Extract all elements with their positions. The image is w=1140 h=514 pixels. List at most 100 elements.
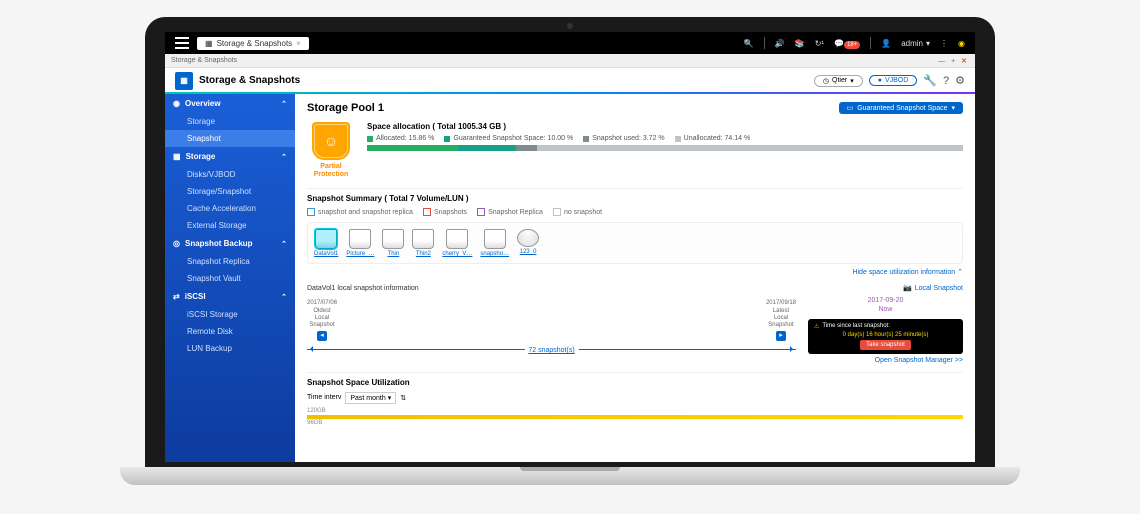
disk-icon: ▭ (847, 104, 854, 112)
settings-icon[interactable]: ⚙ (955, 74, 965, 87)
protection-shield-icon: ☺ (312, 122, 350, 160)
minimize-button[interactable]: — (936, 58, 947, 65)
guaranteed-space-button[interactable]: ▭ Guaranteed Snapshot Space ▾ (839, 102, 963, 114)
backup-icon[interactable]: 📚 (795, 39, 805, 48)
toggle-utilization-link[interactable]: Hide space utilization information ⌃ (307, 268, 963, 276)
main-menu-button[interactable] (175, 36, 189, 50)
oldest-date: 2017/07/06 (307, 300, 337, 307)
user-icon[interactable]: 👤 (881, 39, 891, 48)
now-label: Now (808, 305, 963, 314)
chevron-down-icon: ▾ (951, 104, 955, 112)
tab-close-icon[interactable]: × (296, 39, 301, 48)
filter-checkbox[interactable]: Snapshot Replica (477, 208, 543, 216)
app-tab[interactable]: ▦ Storage & Snapshots × (197, 37, 309, 50)
notification-icon[interactable]: 💬18+ (834, 39, 860, 48)
chevron-up-icon: ⌃ (281, 293, 287, 301)
volume-item[interactable]: Picture_… (346, 229, 374, 257)
local-snapshot-badge: 📷Local Snapshot (903, 284, 963, 292)
protection-label: Partial Protection (307, 163, 355, 178)
utilization-title: Snapshot Space Utilization (307, 372, 963, 387)
tab-label: Storage & Snapshots (217, 39, 293, 48)
tab-icon: ▦ (205, 39, 213, 48)
filter-checkbox[interactable]: no snapshot (553, 208, 602, 216)
camera-icon: 📷 (903, 284, 912, 292)
volume-item[interactable]: Thin2 (412, 229, 434, 257)
nav-item-storage-snapshot[interactable]: Storage/Snapshot (165, 183, 295, 200)
more-icon[interactable]: ⋮ (940, 39, 948, 48)
iscsi-icon: ⇄ (173, 292, 180, 301)
allocation-bar (367, 145, 963, 151)
sync-icon[interactable]: ↻¹ (815, 39, 824, 48)
nav-item-snapshot[interactable]: Snapshot (165, 130, 295, 147)
latest-marker: ▸ (776, 331, 786, 341)
vjbod-button[interactable]: ●VJBOD (869, 75, 918, 86)
storage-icon: ▦ (173, 152, 181, 161)
volume-icon (484, 229, 506, 249)
volume-icon[interactable]: 🔊 (775, 39, 785, 48)
filter-checkbox[interactable]: snapshot and snapshot replica (307, 208, 413, 216)
nav-header-iscsi[interactable]: ⇄iSCSI ⌃ (165, 287, 295, 306)
close-button[interactable]: ✕ (959, 58, 969, 65)
chevron-up-icon: ⌃ (281, 100, 287, 108)
oldest-marker: ◂ (317, 331, 327, 341)
timeline-info-label: DataVol1 local snapshot information (307, 285, 419, 292)
legend-item: Snapshot used: 3.72 % (583, 135, 664, 142)
time-since-label: 0 day(s) 16 hour(s) 25 minute(s) (814, 332, 957, 338)
filter-checkbox[interactable]: Snapshots (423, 208, 467, 216)
pool-title: Storage Pool 1 (307, 102, 384, 114)
tools-icon[interactable]: 🔧 (923, 74, 937, 87)
nav-header-overview[interactable]: ◉Overview ⌃ (165, 94, 295, 113)
nav-item-iscsi-storage[interactable]: iSCSI Storage (165, 306, 295, 323)
nav-item-disks[interactable]: Disks/VJBOD (165, 166, 295, 183)
volume-item[interactable]: snapsho… (480, 229, 509, 257)
nav-item-cache[interactable]: Cache Acceleration (165, 200, 295, 217)
volume-item[interactable]: 123_0 (517, 229, 539, 257)
legend-item: Unallocated: 74.14 % (675, 135, 751, 142)
volume-icon (446, 229, 468, 249)
nav-item-vault[interactable]: Snapshot Vault (165, 270, 295, 287)
snapshot-count-link[interactable]: 72 snapshot(s) (524, 347, 578, 354)
volume-item[interactable]: DataVol1 (314, 229, 338, 257)
nav-item-lun-backup[interactable]: LUN Backup (165, 340, 295, 357)
latest-date: 2017/09/18 (766, 300, 796, 307)
maximize-button[interactable]: + (949, 58, 957, 65)
sidebar: ◉Overview ⌃ Storage Snapshot ▦Storage ⌃ … (165, 94, 295, 462)
backup-nav-icon: ◎ (173, 239, 180, 248)
volume-item[interactable]: cherry_V… (442, 229, 472, 257)
breadcrumb: Storage & Snapshots (171, 57, 237, 64)
nav-header-storage[interactable]: ▦Storage ⌃ (165, 147, 295, 166)
summary-title: Snapshot Summary ( Total 7 Volume/LUN ) (307, 188, 963, 203)
nav-item-storage[interactable]: Storage (165, 113, 295, 130)
utilization-chart: 120GB 96GB (307, 408, 963, 426)
chevron-up-icon: ⌃ (281, 153, 287, 161)
app-icon: ▦ (175, 72, 193, 90)
search-icon[interactable]: 🔍 (744, 39, 754, 48)
nav-header-backup[interactable]: ◎Snapshot Backup ⌃ (165, 234, 295, 253)
volume-icon (382, 229, 404, 249)
now-date: 2017-09-20 (808, 296, 963, 305)
chevron-up-icon: ⌃ (957, 269, 963, 276)
volume-icon (349, 229, 371, 249)
open-manager-link[interactable]: Open Snapshot Manager >> (808, 357, 963, 364)
dashboard-icon[interactable]: ◉ (958, 39, 965, 48)
nav-item-external[interactable]: External Storage (165, 217, 295, 234)
legend-item: Allocated: 15.86 % (367, 135, 434, 142)
snapshot-tooltip: ⚠Time since last snapshot: 0 day(s) 16 h… (808, 319, 963, 354)
swap-icon[interactable]: ⇅ (400, 394, 406, 402)
qtier-button[interactable]: ◷Qtier▾ (814, 75, 863, 87)
nav-item-remote-disk[interactable]: Remote Disk (165, 323, 295, 340)
interval-select[interactable]: Past month ▾ (345, 392, 396, 404)
volume-icon (315, 229, 337, 249)
chevron-up-icon: ⌃ (281, 240, 287, 248)
latest-label: Latest Local Snapshot (766, 308, 796, 330)
volume-item[interactable]: Thin (382, 229, 404, 257)
app-title: Storage & Snapshots (199, 75, 300, 86)
interval-label: Time interv (307, 394, 341, 401)
oldest-label: Oldest Local Snapshot (307, 308, 337, 330)
nav-item-replica[interactable]: Snapshot Replica (165, 253, 295, 270)
legend-item: Guaranteed Snapshot Space: 10.00 % (444, 135, 573, 142)
take-snapshot-button[interactable]: Take snapshot (860, 340, 911, 350)
help-icon[interactable]: ? (943, 75, 949, 87)
user-menu[interactable]: admin▾ (901, 39, 930, 48)
volume-icon (412, 229, 434, 249)
